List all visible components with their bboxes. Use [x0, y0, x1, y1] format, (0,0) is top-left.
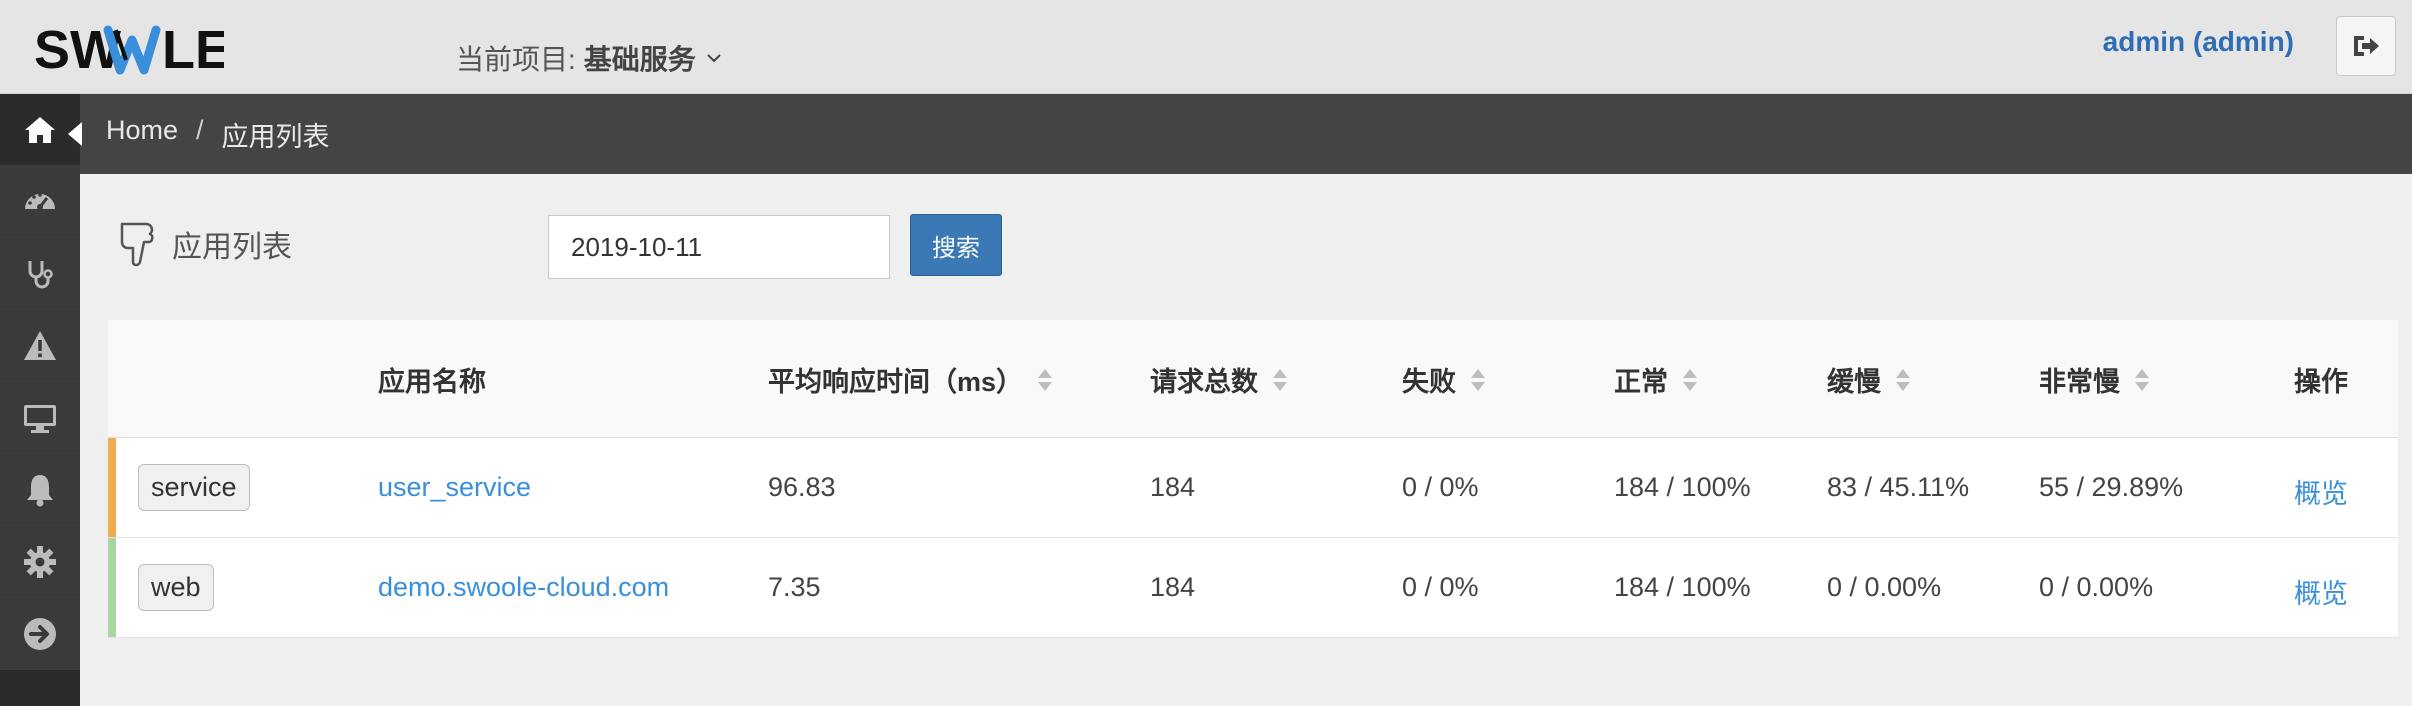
- app-name-link[interactable]: user_service: [378, 472, 531, 503]
- sidebar-item-settings[interactable]: [0, 526, 80, 598]
- breadcrumb-current: 应用列表: [221, 121, 330, 152]
- column-header-label: 缓慢: [1827, 367, 1881, 397]
- swoole-logo[interactable]: SW LE: [34, 16, 224, 80]
- column-header-action: 操作: [2294, 360, 2348, 399]
- column-header-very-slow[interactable]: 非常慢: [2039, 360, 2150, 399]
- table-row: service user_service 96.83 184 0 / 0% 18…: [108, 438, 2398, 538]
- row-status-stripe: [108, 538, 116, 637]
- column-header-avg-time[interactable]: 平均响应时间（ms）: [768, 360, 1053, 399]
- fail-value: 0 / 0%: [1402, 472, 1479, 502]
- svg-text:LE: LE: [162, 20, 224, 80]
- warning-icon: [24, 330, 56, 360]
- column-header-label: 正常: [1614, 367, 1668, 397]
- sort-icon[interactable]: [2134, 367, 2150, 393]
- project-value: 基础服务: [583, 44, 696, 75]
- main-content: 应用列表 搜索 应用名称 平均响应时间（ms） 请求总数 失败: [80, 174, 2412, 706]
- sign-out-icon: [2354, 36, 2379, 56]
- column-header-label: 平均响应时间（ms）: [768, 367, 1024, 397]
- overview-link[interactable]: 概览: [2294, 472, 2348, 511]
- overview-link[interactable]: 概览: [2294, 572, 2348, 611]
- column-header-total[interactable]: 请求总数: [1150, 360, 1288, 399]
- bell-icon: [27, 474, 53, 506]
- very-slow-value: 0 / 0.00%: [2039, 572, 2154, 602]
- slow-value: 83 / 45.11%: [1827, 472, 1970, 502]
- sort-icon[interactable]: [1470, 367, 1486, 393]
- sidebar-collapse-arrow-icon[interactable]: [68, 122, 82, 146]
- stethoscope-icon: [28, 260, 53, 288]
- normal-value: 184 / 100%: [1614, 572, 1751, 602]
- page-title: 应用列表: [172, 231, 292, 264]
- column-header-label: 操作: [2294, 367, 2348, 397]
- sidebar-item-diagnosis[interactable]: [0, 238, 80, 310]
- dashboard-icon: [25, 192, 55, 210]
- breadcrumb-separator: /: [196, 114, 204, 145]
- sort-icon[interactable]: [1682, 367, 1698, 393]
- column-header-fail[interactable]: 失败: [1402, 360, 1486, 399]
- date-input[interactable]: [548, 215, 890, 279]
- app-type-tag: service: [138, 464, 250, 511]
- breadcrumb: Home / 应用列表: [68, 94, 2412, 174]
- sidebar-item-notifications[interactable]: [0, 454, 80, 526]
- sidebar-item-monitor[interactable]: [0, 382, 80, 454]
- sort-icon[interactable]: [1037, 367, 1053, 393]
- sidebar: [0, 94, 80, 706]
- sidebar-item-alerts[interactable]: [0, 310, 80, 382]
- sort-icon[interactable]: [1272, 367, 1288, 393]
- home-icon: [25, 116, 55, 143]
- table-row: web demo.swoole-cloud.com 7.35 184 0 / 0…: [108, 538, 2398, 638]
- total-requests-value: 184: [1150, 572, 1196, 602]
- column-header-label: 应用名称: [378, 367, 486, 397]
- search-button[interactable]: 搜索: [910, 214, 1002, 276]
- table-header: 应用名称 平均响应时间（ms） 请求总数 失败 正常 缓慢 非常慢 操作: [108, 320, 2398, 438]
- sidebar-item-next[interactable]: [0, 598, 80, 670]
- total-requests-value: 184: [1150, 472, 1196, 502]
- row-status-stripe: [108, 438, 116, 537]
- project-label: 当前项目:: [456, 44, 576, 75]
- very-slow-value: 55 / 29.89%: [2039, 472, 2184, 502]
- monitor-icon: [24, 404, 56, 433]
- logout-button[interactable]: [2336, 16, 2396, 76]
- column-header-label: 失败: [1402, 367, 1456, 397]
- app-table: 应用名称 平均响应时间（ms） 请求总数 失败 正常 缓慢 非常慢 操作 ser…: [108, 320, 2398, 638]
- page-heading: 应用列表: [116, 218, 292, 270]
- project-selector[interactable]: 当前项目: 基础服务: [456, 38, 724, 78]
- app-name-link[interactable]: demo.swoole-cloud.com: [378, 572, 669, 603]
- column-header-label: 非常慢: [2039, 367, 2120, 397]
- chevron-down-icon: [707, 54, 721, 63]
- column-header-slow[interactable]: 缓慢: [1827, 360, 1911, 399]
- slow-value: 0 / 0.00%: [1827, 572, 1942, 602]
- fail-value: 0 / 0%: [1402, 572, 1479, 602]
- hand-pointer-icon: [120, 222, 154, 267]
- gear-icon: [24, 545, 56, 578]
- app-type-tag: web: [138, 564, 214, 611]
- column-header-label: 请求总数: [1150, 367, 1258, 397]
- top-header: SW LE 当前项目: 基础服务 admin (admin): [0, 0, 2412, 94]
- arrow-right-circle-icon: [24, 617, 56, 650]
- column-header-normal[interactable]: 正常: [1614, 360, 1698, 399]
- breadcrumb-home-link[interactable]: Home: [106, 115, 178, 154]
- avg-time-value: 7.35: [768, 572, 821, 602]
- avg-time-value: 96.83: [768, 472, 836, 502]
- sidebar-item-dashboard[interactable]: [0, 166, 80, 238]
- sort-icon[interactable]: [1895, 367, 1911, 393]
- column-header-name: 应用名称: [378, 360, 486, 399]
- user-name-link[interactable]: admin (admin): [2103, 26, 2294, 58]
- normal-value: 184 / 100%: [1614, 472, 1751, 502]
